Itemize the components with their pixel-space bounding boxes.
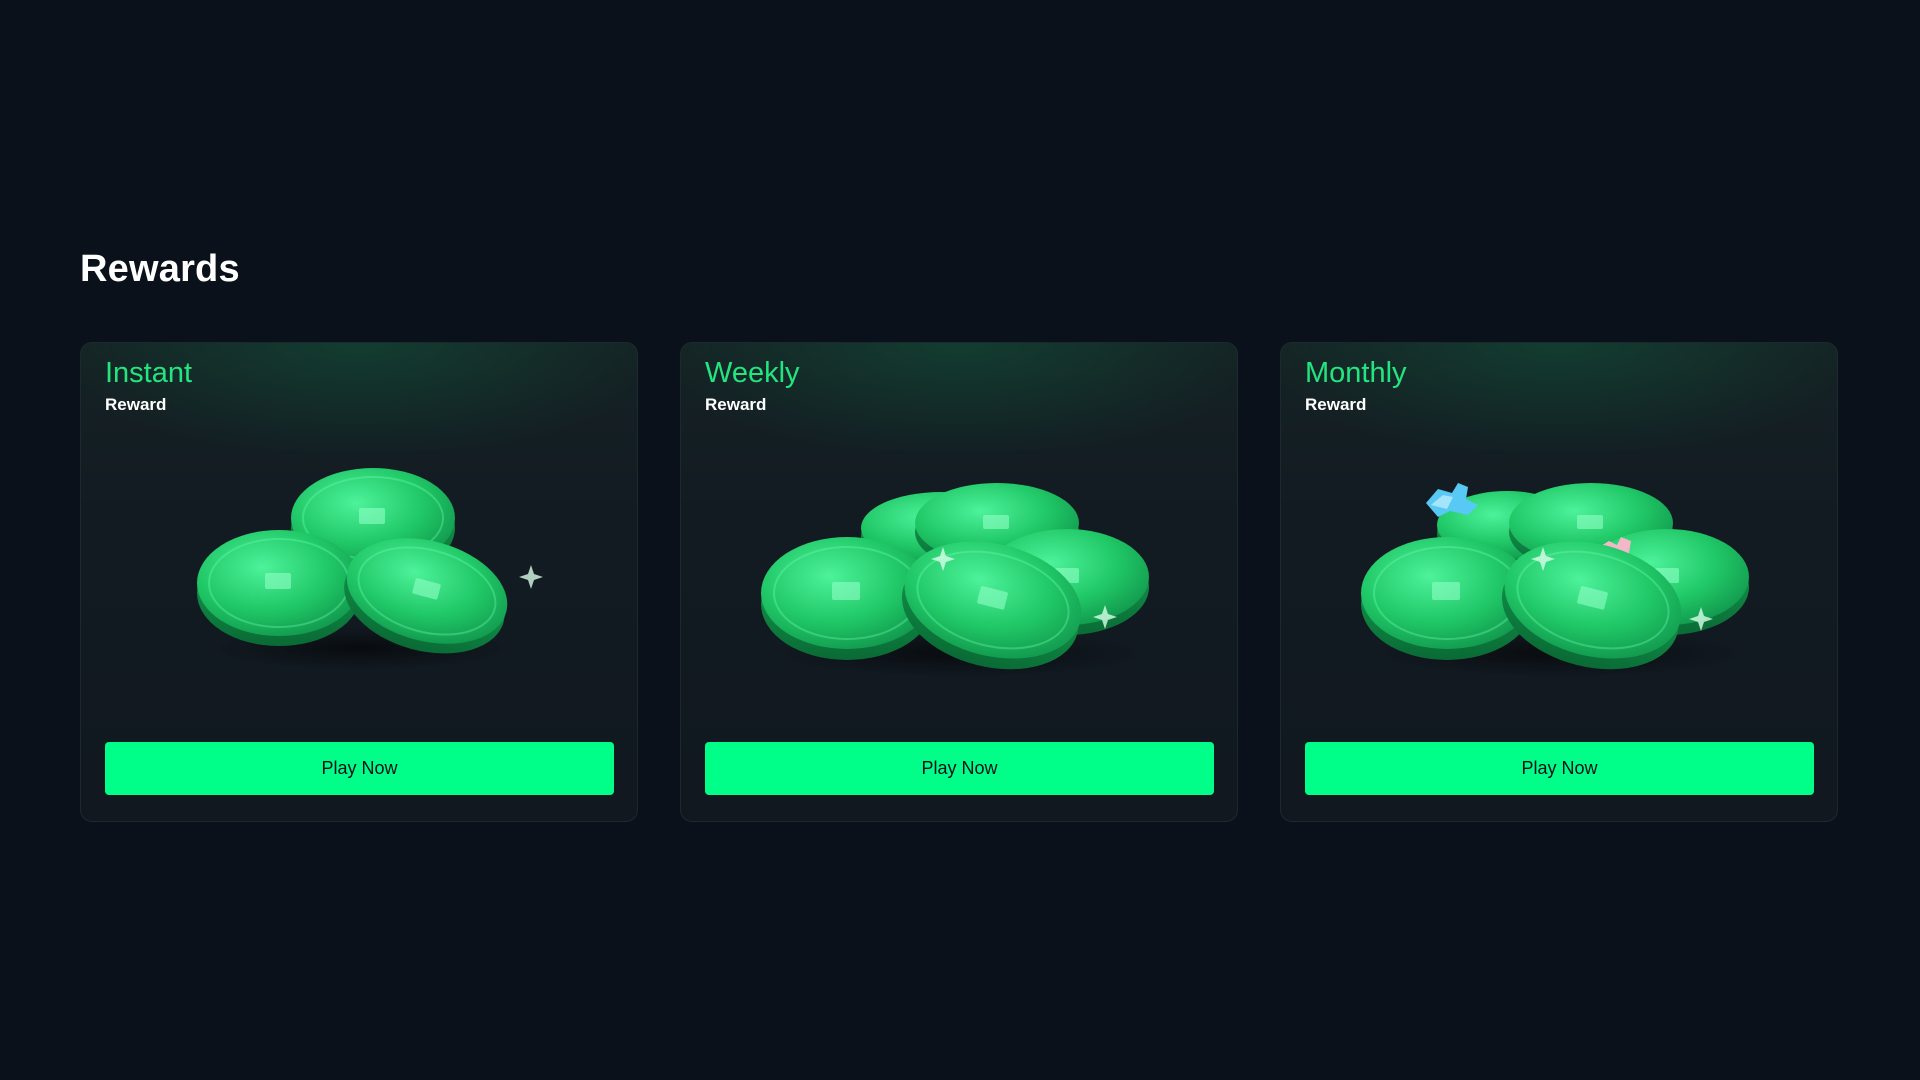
play-now-button[interactable]: Play Now	[1305, 742, 1814, 795]
card-title: Monthly	[1305, 357, 1407, 389]
coin-stack-icon	[197, 468, 543, 670]
instant-reward-card: Instant Reward Play Now	[80, 342, 638, 822]
card-subtitle: Reward	[105, 395, 167, 414]
coin-pile-icon	[761, 483, 1149, 677]
weekly-reward-card: Weekly Reward Play Now	[680, 342, 1238, 822]
play-now-button[interactable]: Play Now	[705, 742, 1214, 795]
card-subtitle: Reward	[705, 395, 767, 414]
reward-cards: Instant Reward Play Now Weekly Reward Pl…	[80, 342, 1838, 822]
card-title: Weekly	[705, 357, 800, 389]
rewards-heading: Rewards	[80, 248, 240, 290]
monthly-reward-card: Monthly Reward Play Now	[1280, 342, 1838, 822]
card-title: Instant	[105, 357, 193, 389]
coin-pile-with-gems-icon	[1361, 483, 1749, 677]
card-subtitle: Reward	[1305, 395, 1367, 414]
play-now-button[interactable]: Play Now	[105, 742, 614, 795]
